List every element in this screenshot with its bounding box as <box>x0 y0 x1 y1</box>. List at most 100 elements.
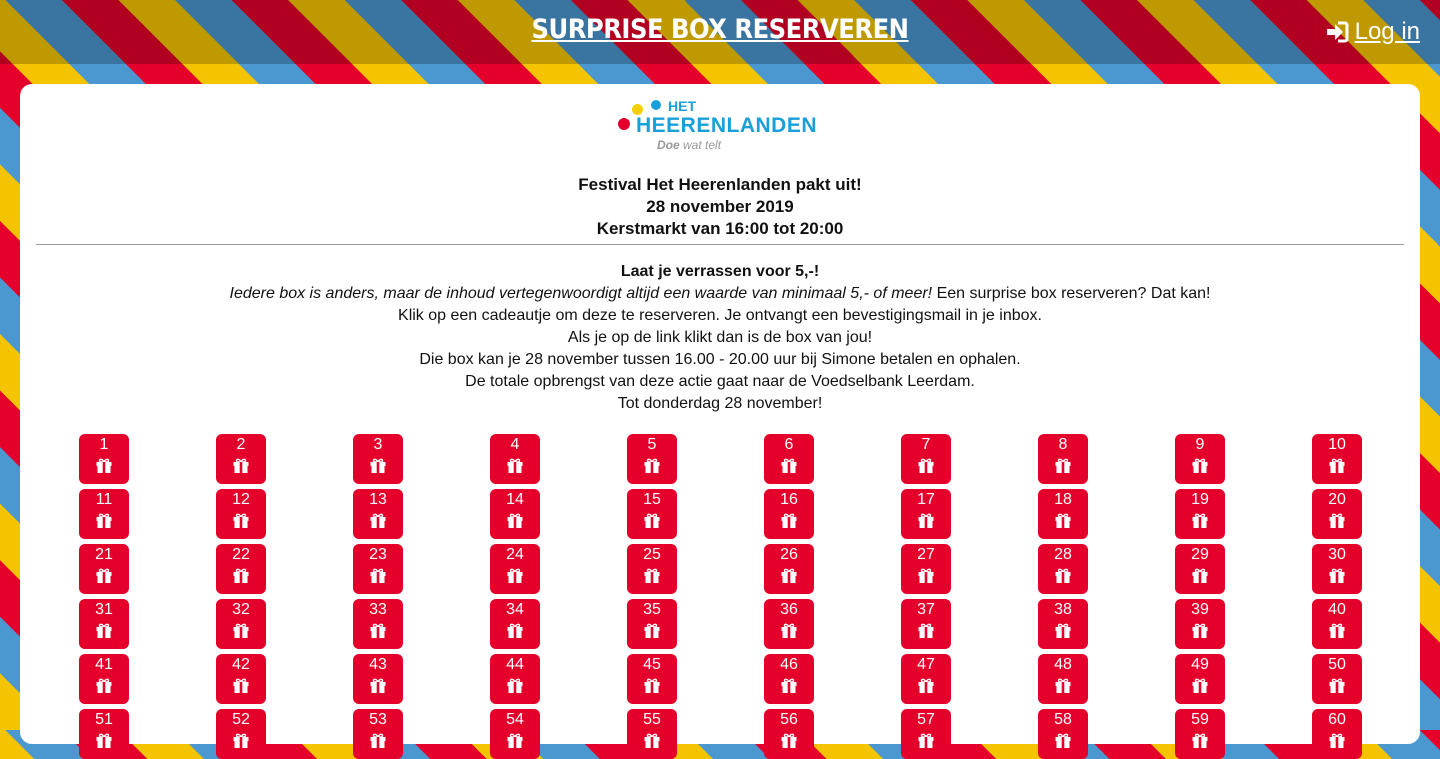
surprise-box[interactable]: 2 <box>216 434 266 484</box>
box-number: 20 <box>1328 491 1346 508</box>
surprise-box[interactable]: 34 <box>490 599 540 649</box>
surprise-box[interactable]: 47 <box>901 654 951 704</box>
gift-icon <box>507 458 523 473</box>
gift-icon <box>918 678 934 693</box>
surprise-box[interactable]: 42 <box>216 654 266 704</box>
surprise-box[interactable]: 33 <box>353 599 403 649</box>
surprise-box[interactable]: 28 <box>1038 544 1088 594</box>
surprise-box[interactable]: 49 <box>1175 654 1225 704</box>
gift-icon <box>507 623 523 638</box>
box-number: 30 <box>1328 546 1346 563</box>
content-card: HET HEERENLANDEN Doe wat telt Festival H… <box>20 84 1420 759</box>
surprise-box[interactable]: 11 <box>79 489 129 539</box>
surprise-box[interactable]: 57 <box>901 709 951 759</box>
surprise-box[interactable]: 23 <box>353 544 403 594</box>
surprise-box[interactable]: 39 <box>1175 599 1225 649</box>
surprise-box[interactable]: 6 <box>764 434 814 484</box>
box-number: 58 <box>1054 711 1072 728</box>
surprise-box[interactable]: 30 <box>1312 544 1362 594</box>
surprise-box[interactable]: 41 <box>79 654 129 704</box>
surprise-box[interactable]: 46 <box>764 654 814 704</box>
surprise-box[interactable]: 50 <box>1312 654 1362 704</box>
surprise-box[interactable]: 4 <box>490 434 540 484</box>
surprise-box[interactable]: 25 <box>627 544 677 594</box>
surprise-box[interactable]: 43 <box>353 654 403 704</box>
surprise-box[interactable]: 5 <box>627 434 677 484</box>
surprise-box[interactable]: 21 <box>79 544 129 594</box>
box-number: 59 <box>1191 711 1209 728</box>
surprise-box[interactable]: 26 <box>764 544 814 594</box>
box-number: 16 <box>780 491 798 508</box>
surprise-box[interactable]: 17 <box>901 489 951 539</box>
surprise-box[interactable]: 52 <box>216 709 266 759</box>
box-number: 53 <box>369 711 387 728</box>
box-number: 28 <box>1054 546 1072 563</box>
gift-icon <box>1192 513 1208 528</box>
surprise-box[interactable]: 38 <box>1038 599 1088 649</box>
box-number: 41 <box>95 656 113 673</box>
gift-icon <box>918 458 934 473</box>
surprise-box[interactable]: 59 <box>1175 709 1225 759</box>
box-number: 21 <box>95 546 113 563</box>
surprise-box[interactable]: 31 <box>79 599 129 649</box>
box-number: 42 <box>232 656 250 673</box>
surprise-box[interactable]: 36 <box>764 599 814 649</box>
surprise-box[interactable]: 60 <box>1312 709 1362 759</box>
box-number: 7 <box>921 436 931 453</box>
surprise-box[interactable]: 51 <box>79 709 129 759</box>
surprise-box[interactable]: 19 <box>1175 489 1225 539</box>
surprise-box[interactable]: 53 <box>353 709 403 759</box>
gift-icon <box>1055 568 1071 583</box>
surprise-box[interactable]: 12 <box>216 489 266 539</box>
surprise-box[interactable]: 20 <box>1312 489 1362 539</box>
surprise-box[interactable]: 16 <box>764 489 814 539</box>
intro-line-2: Klik op een cadeautje om deze te reserve… <box>398 307 1042 324</box>
gift-icon <box>370 458 386 473</box>
surprise-box[interactable]: 1 <box>79 434 129 484</box>
surprise-box[interactable]: 32 <box>216 599 266 649</box>
surprise-box[interactable]: 9 <box>1175 434 1225 484</box>
surprise-box[interactable]: 7 <box>901 434 951 484</box>
surprise-box[interactable]: 29 <box>1175 544 1225 594</box>
surprise-box[interactable]: 56 <box>764 709 814 759</box>
box-number: 60 <box>1328 711 1346 728</box>
surprise-box[interactable]: 54 <box>490 709 540 759</box>
box-number: 5 <box>647 436 657 453</box>
surprise-box[interactable]: 18 <box>1038 489 1088 539</box>
site-title[interactable]: Surprise box reserveren <box>0 14 1440 45</box>
surprise-box[interactable]: 24 <box>490 544 540 594</box>
surprise-box[interactable]: 44 <box>490 654 540 704</box>
event-market: Kerstmarkt van 16:00 tot 20:00 <box>596 219 844 238</box>
box-number: 13 <box>369 491 387 508</box>
surprise-box[interactable]: 22 <box>216 544 266 594</box>
divider <box>36 244 1404 245</box>
login-link[interactable]: Log in <box>1325 18 1420 46</box>
surprise-box[interactable]: 58 <box>1038 709 1088 759</box>
intro-line-4: Die box kan je 28 november tussen 16.00 … <box>419 351 1021 368</box>
box-number: 9 <box>1195 436 1205 453</box>
gift-icon <box>1192 568 1208 583</box>
surprise-box[interactable]: 45 <box>627 654 677 704</box>
surprise-box[interactable]: 10 <box>1312 434 1362 484</box>
gift-icon <box>644 733 660 748</box>
surprise-box[interactable]: 37 <box>901 599 951 649</box>
surprise-box[interactable]: 55 <box>627 709 677 759</box>
surprise-box[interactable]: 15 <box>627 489 677 539</box>
surprise-box[interactable]: 40 <box>1312 599 1362 649</box>
gift-icon <box>233 733 249 748</box>
box-number: 39 <box>1191 601 1209 618</box>
surprise-box[interactable]: 27 <box>901 544 951 594</box>
surprise-box[interactable]: 3 <box>353 434 403 484</box>
surprise-box[interactable]: 8 <box>1038 434 1088 484</box>
logo-word-het: HET <box>668 98 696 114</box>
surprise-box[interactable]: 14 <box>490 489 540 539</box>
gift-icon <box>1329 458 1345 473</box>
login-label[interactable]: Log in <box>1355 18 1420 46</box>
gift-icon <box>781 678 797 693</box>
box-number: 25 <box>643 546 661 563</box>
surprise-box[interactable]: 13 <box>353 489 403 539</box>
box-number: 29 <box>1191 546 1209 563</box>
intro-text: Laat je verrassen voor 5,-! Iedere box i… <box>20 261 1420 415</box>
surprise-box[interactable]: 35 <box>627 599 677 649</box>
surprise-box[interactable]: 48 <box>1038 654 1088 704</box>
